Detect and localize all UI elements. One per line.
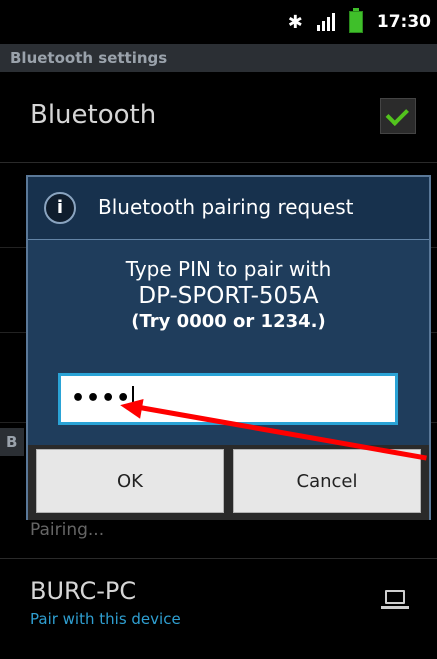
device-name: BURC-PC [30,577,137,605]
laptop-icon [381,590,409,609]
bluetooth-icon: ✱ [287,11,303,33]
bluetooth-toggle-label: Bluetooth [30,100,157,130]
annotation-arrow-head [118,395,144,419]
device-row[interactable]: BURC-PC Pair with this device [0,558,437,659]
bluetooth-checkbox[interactable] [380,98,416,134]
cancel-button[interactable]: Cancel [233,449,421,513]
dialog-device-name: DP-SPORT-505A [138,283,319,309]
battery-icon [348,8,363,33]
status-time: 17:30 [376,12,431,32]
signal-icon [316,13,335,31]
status-bar: ✱ 17:30 [0,0,437,44]
device-subtitle: Pair with this device [30,610,181,628]
partial-section-header: B [0,428,24,456]
pairing-dialog: i Bluetooth pairing request Type PIN to … [26,175,431,520]
bluetooth-toggle-row[interactable]: Bluetooth [0,72,437,163]
pairing-device-row: Pairing... [0,515,437,555]
check-icon [385,102,409,126]
pairing-status: Pairing... [30,520,105,540]
dialog-message: Type PIN to pair with DP-SPORT-505A (Try… [28,257,429,332]
dialog-header: i Bluetooth pairing request [28,177,429,240]
section-header: Bluetooth settings [0,44,437,72]
dialog-message-line: Type PIN to pair with [125,257,332,281]
info-icon: i [44,192,76,224]
pin-input[interactable]: •••• [58,373,398,425]
ok-button[interactable]: OK [36,449,224,513]
dialog-buttons: OK Cancel [28,445,429,520]
dialog-title: Bluetooth pairing request [98,195,354,219]
dialog-hint: (Try 0000 or 1234.) [131,311,326,332]
